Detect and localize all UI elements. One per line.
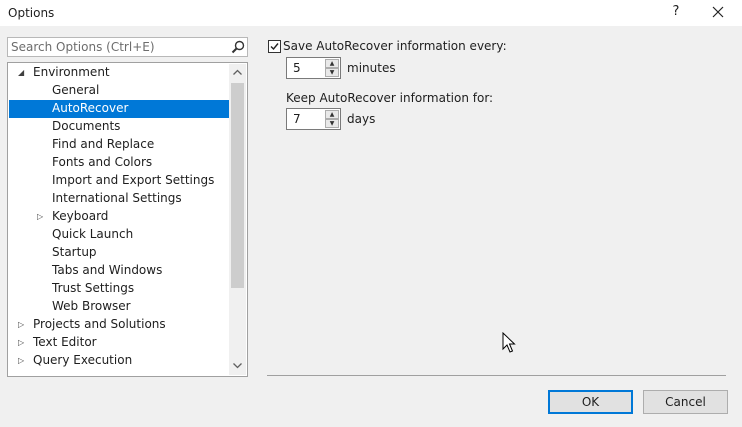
tree-scrollbar[interactable] — [229, 64, 246, 375]
tree-item-label: Projects and Solutions — [33, 317, 166, 331]
chevron-down-icon — [233, 363, 242, 369]
collapsed-arrow-icon[interactable]: ▷ — [37, 208, 47, 226]
tree-item-quick-launch[interactable]: Quick Launch — [9, 226, 231, 244]
tree-item-label: Text Editor — [33, 335, 97, 349]
spin-up-icon: ▲ — [329, 111, 335, 118]
tree-item-label: AutoRecover — [52, 101, 129, 115]
window-title: Options — [8, 6, 55, 20]
tree-item-import-and-export-settings[interactable]: Import and Export Settings — [9, 172, 231, 190]
tree-item-projects-and-solutions[interactable]: ▷ Projects and Solutions — [9, 316, 231, 334]
collapsed-arrow-icon[interactable]: ▷ — [18, 352, 28, 370]
save-interval-spinner[interactable]: 5 ▲ ▼ — [286, 57, 341, 79]
close-button[interactable] — [706, 3, 730, 23]
tree-item-keyboard[interactable]: ▷ Keyboard — [9, 208, 231, 226]
keep-duration-value[interactable]: 7 — [293, 112, 301, 126]
keep-duration-spin-buttons: ▲ ▼ — [325, 110, 339, 128]
tree-item-text-editor[interactable]: ▷ Text Editor — [9, 334, 231, 352]
options-tree[interactable]: ◢ Environment General AutoRecover Documents F… — [7, 62, 248, 377]
tree-item-label: Keyboard — [52, 209, 109, 223]
mouse-pointer-icon — [502, 332, 516, 353]
save-interval-value[interactable]: 5 — [293, 61, 301, 75]
save-interval-down-button[interactable]: ▼ — [325, 68, 339, 77]
chevron-up-icon — [233, 69, 242, 75]
save-interval-unit: minutes — [347, 61, 396, 75]
close-icon — [712, 6, 724, 18]
tree-item-trust-settings[interactable]: Trust Settings — [9, 280, 231, 298]
save-autorecover-checkbox[interactable] — [268, 40, 281, 53]
spin-down-icon: ▼ — [329, 69, 335, 76]
title-bar: Options ? — [0, 0, 742, 26]
tree-item-tabs-and-windows[interactable]: Tabs and Windows — [9, 262, 231, 280]
scroll-thumb[interactable] — [231, 83, 244, 288]
tree-item-label: Quick Launch — [52, 227, 134, 241]
keep-duration-up-button[interactable]: ▲ — [325, 110, 339, 119]
keep-duration-unit: days — [347, 112, 376, 126]
save-interval-spin-buttons: ▲ ▼ — [325, 59, 339, 77]
tree-item-international-settings[interactable]: International Settings — [9, 190, 231, 208]
tree-item-find-and-replace[interactable]: Find and Replace — [9, 136, 231, 154]
keep-autorecover-label: Keep AutoRecover information for: — [286, 91, 494, 105]
tree-item-query-execution[interactable]: ▷ Query Execution — [9, 352, 231, 370]
save-interval-up-button[interactable]: ▲ — [325, 59, 339, 68]
scroll-down-button[interactable] — [229, 358, 246, 375]
tree-item-autorecover[interactable]: AutoRecover — [9, 100, 231, 118]
keep-duration-spinner[interactable]: 7 ▲ ▼ — [286, 108, 341, 130]
tree-item-label: International Settings — [52, 191, 182, 205]
keep-duration-down-button[interactable]: ▼ — [325, 119, 339, 128]
tree-item-label: Documents — [52, 119, 121, 133]
scroll-up-button[interactable] — [229, 64, 246, 81]
tree-item-label: Startup — [52, 245, 97, 259]
tree-item-environment[interactable]: ◢ Environment — [9, 64, 231, 82]
spin-up-icon: ▲ — [329, 60, 335, 67]
footer-separator — [267, 375, 726, 376]
collapsed-arrow-icon[interactable]: ▷ — [18, 316, 28, 334]
tree-item-general[interactable]: General — [9, 82, 231, 100]
ok-button[interactable]: OK — [548, 390, 633, 414]
tree-item-label: Trust Settings — [52, 281, 135, 295]
tree-item-label: General — [52, 83, 100, 97]
tree-item-documents[interactable]: Documents — [9, 118, 231, 136]
tree-item-label: Fonts and Colors — [52, 155, 153, 169]
help-button[interactable]: ? — [666, 4, 686, 22]
save-autorecover-label[interactable]: Save AutoRecover information every: — [283, 39, 507, 53]
spin-down-icon: ▼ — [329, 120, 335, 127]
tree-item-startup[interactable]: Startup — [9, 244, 231, 262]
search-input[interactable] — [11, 39, 227, 55]
tree-item-fonts-and-colors[interactable]: Fonts and Colors — [9, 154, 231, 172]
tree-item-label: Web Browser — [52, 299, 131, 313]
tree-item-label: Tabs and Windows — [52, 263, 163, 277]
tree-item-label: Import and Export Settings — [52, 173, 215, 187]
tree-item-web-browser[interactable]: Web Browser — [9, 298, 231, 316]
search-options-field[interactable] — [7, 37, 248, 57]
tree-item-label: Find and Replace — [52, 137, 155, 151]
collapsed-arrow-icon[interactable]: ▷ — [18, 334, 28, 352]
tree-item-label: Environment — [33, 65, 110, 79]
cancel-button[interactable]: Cancel — [643, 390, 728, 414]
checkmark-icon — [270, 43, 279, 51]
tree-item-label: Query Execution — [33, 353, 133, 367]
expanded-arrow-icon[interactable]: ◢ — [18, 64, 28, 82]
search-icon[interactable] — [231, 40, 245, 54]
